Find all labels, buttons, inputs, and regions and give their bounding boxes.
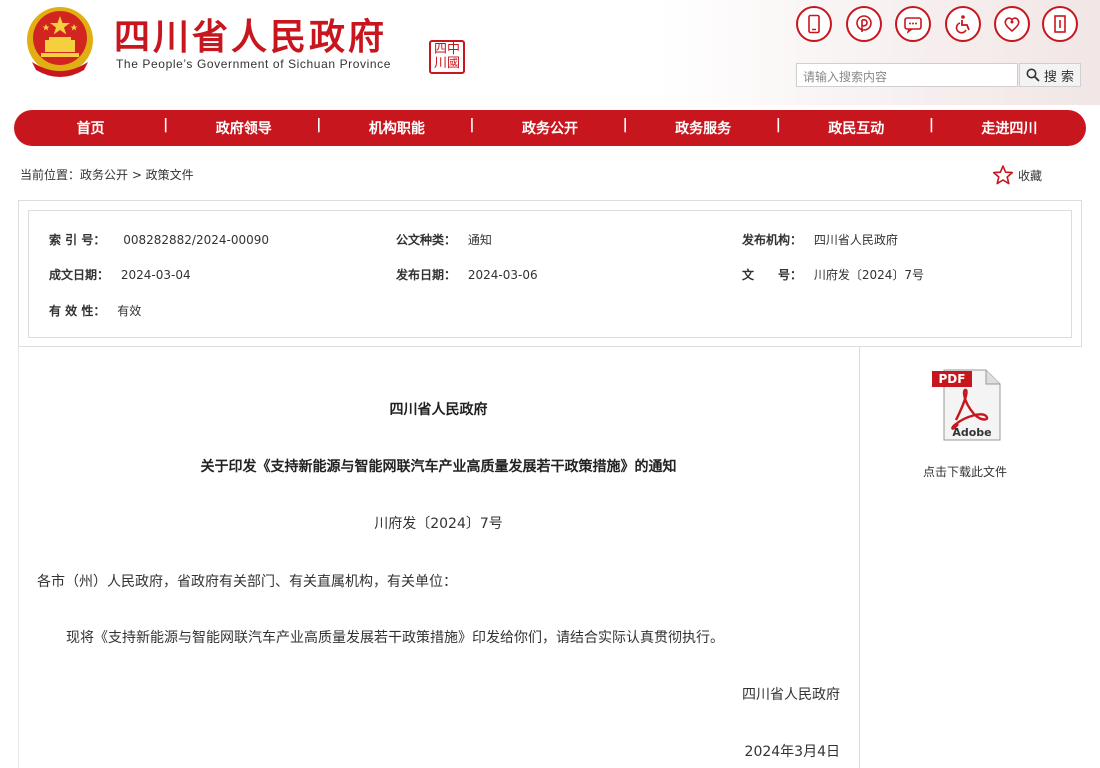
exit-icon[interactable] (1042, 6, 1078, 42)
document-date: 2024年3月4日 (744, 744, 840, 760)
meta-org-value: 四川省人民政府 (813, 233, 898, 247)
meta-index-value: 008282882/2024-00090 (123, 233, 269, 247)
favorite-button[interactable]: 收藏 (992, 164, 1042, 186)
document-body: 现将《支持新能源与智能网联汽车产业高质量发展若干政策措施》印发给你们，请结合实际… (66, 630, 724, 646)
nav-item-leaders[interactable]: 政府领导 (163, 117, 320, 138)
accessibility-icon[interactable] (945, 6, 981, 42)
mobile-icon[interactable] (796, 6, 832, 42)
document-recipient: 各市（州）人民政府，省政府有关部门、有关直属机构，有关单位： (37, 574, 457, 590)
document-number: 川府发〔2024〕7号 (374, 516, 503, 532)
meta-org-label: 发布机构： (742, 233, 803, 247)
seal-stamp: 四中 川國 (429, 40, 465, 74)
main-nav: 首页 政府领导 机构职能 政务公开 政务服务 政民互动 走进四川 (14, 110, 1086, 146)
weibo-icon[interactable] (846, 6, 882, 42)
content-divider (859, 347, 860, 768)
elderly-care-icon[interactable] (994, 6, 1030, 42)
site-subtitle: The People’s Government of Sichuan Provi… (116, 57, 392, 71)
meta-type-value: 通知 (467, 233, 492, 247)
search-button-label: 搜 索 (1043, 69, 1075, 85)
adobe-label: Adobe (952, 426, 991, 439)
pdf-download-link[interactable]: 点击下载此文件 (905, 463, 1025, 480)
nav-item-home[interactable]: 首页 (14, 118, 167, 138)
search-button[interactable]: 搜 索 (1019, 63, 1081, 87)
document-title: 关于印发《支持新能源与智能网联汽车产业高质量发展若干政策措施》的通知 (200, 459, 677, 475)
document-issuer: 四川省人民政府 (389, 402, 488, 418)
meta-validity: 有 效 性： 有效 (49, 302, 141, 319)
nav-item-functions[interactable]: 机构职能 (316, 117, 473, 138)
meta-valid-value: 有效 (117, 304, 142, 318)
meta-type-label: 公文种类： (396, 233, 457, 247)
meta-docno-label: 文 号： (742, 268, 803, 282)
nav-item-services[interactable]: 政务服务 (623, 117, 780, 138)
search-icon (1026, 68, 1040, 82)
message-icon[interactable] (895, 6, 931, 42)
document-signature: 四川省人民政府 (742, 687, 840, 703)
meta-publish-label: 发布日期： (396, 268, 457, 282)
nav-item-about-sichuan[interactable]: 走进四川 (929, 117, 1086, 138)
meta-index: 索 引 号： 008282882/2024-00090 (49, 231, 269, 248)
meta-index-label: 索 引 号： (49, 233, 106, 247)
national-emblem-icon[interactable] (22, 4, 98, 80)
meta-written-value: 2024-03-04 (120, 268, 191, 282)
site-header: 四川省人民政府 The People’s Government of Sichu… (0, 0, 1100, 105)
tool-icon-bar (796, 6, 1080, 42)
meta-org: 发布机构： 四川省人民政府 (742, 231, 898, 248)
nav-item-interaction[interactable]: 政民互动 (776, 117, 933, 138)
breadcrumb: 当前位置：政务公开 > 政策文件 (20, 168, 194, 182)
site-title[interactable]: 四川省人民政府 (114, 8, 387, 60)
meta-written-date: 成文日期： 2024-03-04 (49, 266, 191, 283)
meta-written-label: 成文日期： (49, 268, 110, 282)
star-icon (992, 165, 1014, 185)
meta-type: 公文种类： 通知 (396, 231, 492, 248)
favorite-label: 收藏 (1018, 168, 1043, 183)
nav-item-affairs-open[interactable]: 政务公开 (469, 117, 626, 138)
meta-valid-label: 有 效 性： (49, 304, 106, 318)
meta-doc-number: 文 号： 川府发〔2024〕7号 (742, 266, 924, 283)
meta-publish-value: 2024-03-06 (467, 268, 538, 282)
pdf-file-icon[interactable]: PDF Adobe (930, 366, 1002, 442)
pdf-label: PDF (939, 372, 966, 386)
meta-publish-date: 发布日期： 2024-03-06 (396, 266, 538, 283)
meta-docno-value: 川府发〔2024〕7号 (813, 268, 925, 282)
search-input[interactable]: 请输入搜索内容 (796, 63, 1018, 87)
